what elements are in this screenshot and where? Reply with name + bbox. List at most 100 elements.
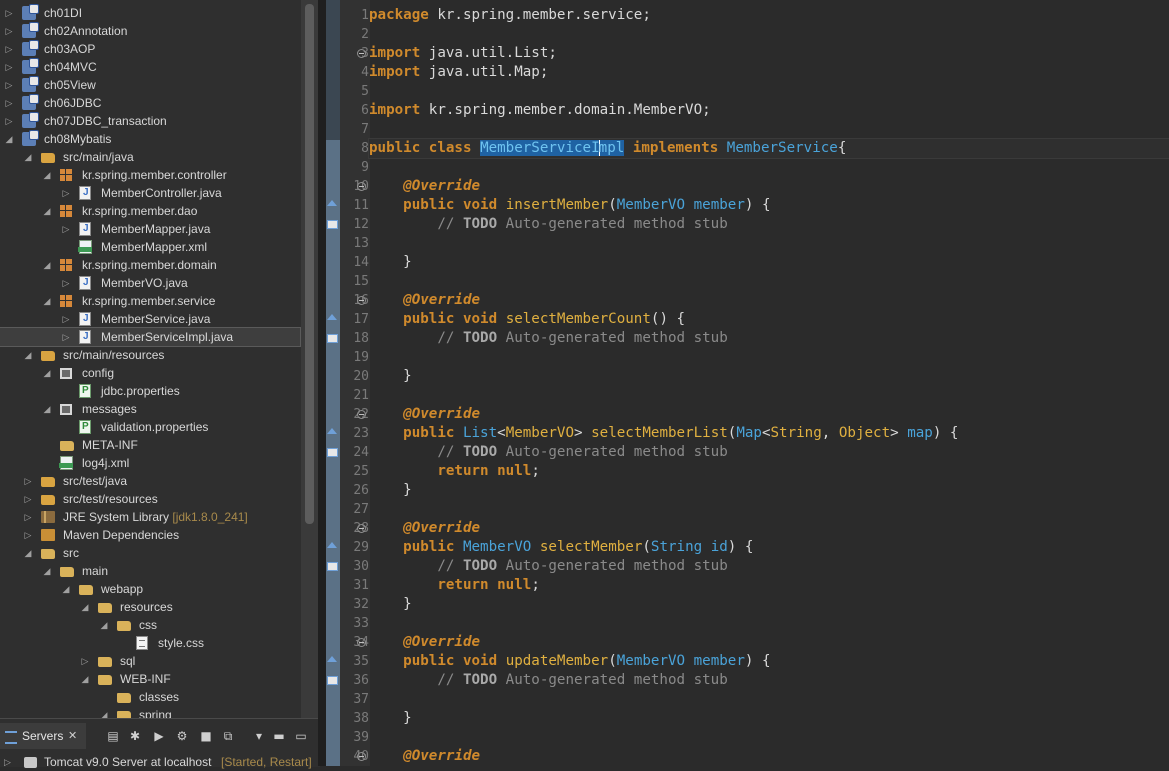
chevron-right-icon[interactable]: ▷ (80, 652, 90, 670)
tree-item[interactable]: ◢ css (0, 616, 300, 634)
chevron-down-icon[interactable]: ◢ (80, 598, 90, 616)
code-line[interactable]: @Override (369, 405, 480, 424)
chevron-right-icon[interactable]: ▷ (61, 310, 71, 328)
code-line[interactable]: public List<MemberVO> selectMemberList(M… (369, 424, 958, 443)
chevron-down-icon[interactable]: ◢ (80, 670, 90, 688)
code-line[interactable]: } (369, 595, 412, 614)
explorer-scrollbar[interactable] (301, 0, 318, 718)
code-line[interactable]: // TODO Auto-generated method stub (369, 671, 727, 690)
stop-server-icon[interactable]: ■ (199, 729, 213, 743)
debug-server-icon[interactable]: ✱ (128, 729, 142, 743)
code-editor[interactable]: 1 package kr.spring.member.service; 2 3 impo… (326, 0, 1169, 766)
code-line[interactable]: public void insertMember(MemberVO member… (369, 196, 770, 215)
start-server-icon[interactable]: ▶ (152, 729, 166, 743)
tree-item[interactable]: ▷ src/test/java (0, 472, 300, 490)
tree-item[interactable]: META-INF (0, 436, 300, 454)
tree-item[interactable]: ▷ MemberMapper.java (0, 220, 300, 238)
chevron-down-icon[interactable]: ◢ (42, 202, 52, 220)
maximize-icon[interactable]: ▭ (294, 729, 308, 743)
code-line[interactable]: public void selectMemberCount() { (369, 310, 685, 329)
chevron-down-icon[interactable]: ◢ (42, 400, 52, 418)
tree-item[interactable]: ▷ MemberVO.java (0, 274, 300, 292)
tree-item[interactable]: validation.properties (0, 418, 300, 436)
chevron-down-icon[interactable]: ◢ (23, 544, 33, 562)
chevron-right-icon[interactable]: ▷ (23, 472, 33, 490)
code-line[interactable]: @Override (369, 747, 480, 766)
tree-item[interactable]: ▷ ch06JDBC (0, 94, 300, 112)
tree-item[interactable]: ▷ MemberService.java (0, 310, 300, 328)
tree-item[interactable]: ◢ ch08Mybatis (0, 130, 300, 148)
code-line[interactable]: public class MemberServiceImpl implement… (368, 138, 1169, 159)
tree-item[interactable]: ◢ main (0, 562, 300, 580)
fold-toggle-icon[interactable] (357, 49, 366, 58)
fold-toggle-icon[interactable] (357, 752, 366, 761)
chevron-down-icon[interactable]: ◢ (42, 292, 52, 310)
tree-item[interactable]: ◢ WEB-INF (0, 670, 300, 688)
view-menu-icon[interactable]: ▾ (252, 729, 266, 743)
fold-toggle-icon[interactable] (357, 296, 366, 305)
profile-server-icon[interactable]: ⚙ (175, 729, 189, 743)
fold-toggle-icon[interactable] (357, 182, 366, 191)
code-line[interactable]: @Override (369, 291, 480, 310)
override-marker-icon[interactable] (327, 314, 337, 320)
code-line[interactable]: // TODO Auto-generated method stub (369, 443, 727, 462)
fold-toggle-icon[interactable] (357, 524, 366, 533)
tree-item[interactable]: ◢ kr.spring.member.domain (0, 256, 300, 274)
code-line[interactable]: import java.util.List; (369, 44, 557, 63)
chevron-down-icon[interactable]: ◢ (42, 562, 52, 580)
tree-item[interactable]: ◢ kr.spring.member.service (0, 292, 300, 310)
close-icon[interactable]: ✕ (68, 723, 77, 749)
code-line[interactable]: return null; (369, 576, 540, 595)
code-line[interactable]: } (369, 367, 412, 386)
chevron-right-icon[interactable]: ▷ (61, 184, 71, 202)
chevron-right-icon[interactable]: ▷ (4, 94, 14, 112)
chevron-down-icon[interactable]: ◢ (42, 166, 52, 184)
chevron-right-icon[interactable]: ▷ (4, 58, 14, 76)
tree-item[interactable]: ▷ ch03AOP (0, 40, 300, 58)
tree-item[interactable]: ▷ MemberController.java (0, 184, 300, 202)
publish-icon[interactable]: ⧉ (221, 729, 235, 743)
collapse-icon[interactable]: ▤ (106, 729, 120, 743)
tree-item[interactable]: ▷ src/test/resources (0, 490, 300, 508)
chevron-down-icon[interactable]: ◢ (23, 346, 33, 364)
tree-item[interactable]: ◢ src/main/java (0, 148, 300, 166)
task-marker-icon[interactable] (327, 448, 338, 457)
tree-item[interactable]: ▷ JRE System Library [jdk1.8.0_241] (0, 508, 300, 526)
override-marker-icon[interactable] (327, 656, 337, 662)
tree-item[interactable]: jdbc.properties (0, 382, 300, 400)
code-line[interactable]: package kr.spring.member.service; (369, 6, 651, 25)
tree-item[interactable]: ◢ kr.spring.member.dao (0, 202, 300, 220)
fold-toggle-icon[interactable] (357, 638, 366, 647)
chevron-right-icon[interactable]: ▷ (61, 220, 71, 238)
chevron-down-icon[interactable]: ◢ (23, 148, 33, 166)
task-marker-icon[interactable] (327, 562, 338, 571)
override-marker-icon[interactable] (327, 428, 337, 434)
code-line[interactable]: return null; (369, 462, 540, 481)
tree-item[interactable]: ▷ Maven Dependencies (0, 526, 300, 544)
code-line[interactable]: @Override (369, 177, 480, 196)
tree-item[interactable]: ◢ config (0, 364, 300, 382)
chevron-right-icon[interactable]: ▷ (4, 40, 14, 58)
code-line[interactable]: import kr.spring.member.domain.MemberVO; (369, 101, 711, 120)
code-line[interactable]: // TODO Auto-generated method stub (369, 557, 727, 576)
chevron-right-icon[interactable]: ▷ (61, 328, 71, 346)
tab-servers[interactable]: Servers ✕ (0, 723, 86, 749)
tree-item[interactable]: ◢ messages (0, 400, 300, 418)
override-marker-icon[interactable] (327, 200, 337, 206)
chevron-right-icon[interactable]: ▷ (4, 22, 14, 40)
chevron-right-icon[interactable]: ▷ (4, 112, 14, 130)
tree-item[interactable]: ▷ ch02Annotation (0, 22, 300, 40)
tree-item[interactable]: classes (0, 688, 300, 706)
tree-item[interactable]: ◢ webapp (0, 580, 300, 598)
chevron-right-icon[interactable]: ▷ (4, 76, 14, 94)
chevron-right-icon[interactable]: ▷ (23, 508, 33, 526)
code-line[interactable]: public MemberVO selectMember(String id) … (369, 538, 753, 557)
tree-item[interactable]: ◢ kr.spring.member.controller (0, 166, 300, 184)
tree-item[interactable]: ▷ sql (0, 652, 300, 670)
code-line[interactable]: // TODO Auto-generated method stub (369, 329, 727, 348)
chevron-down-icon[interactable]: ◢ (4, 130, 14, 148)
minimize-icon[interactable]: ▬ (272, 729, 286, 743)
tree-item[interactable]: ◢ resources (0, 598, 300, 616)
code-line[interactable]: @Override (369, 519, 480, 538)
tree-item[interactable]: ▷ ch01DI (0, 4, 300, 22)
